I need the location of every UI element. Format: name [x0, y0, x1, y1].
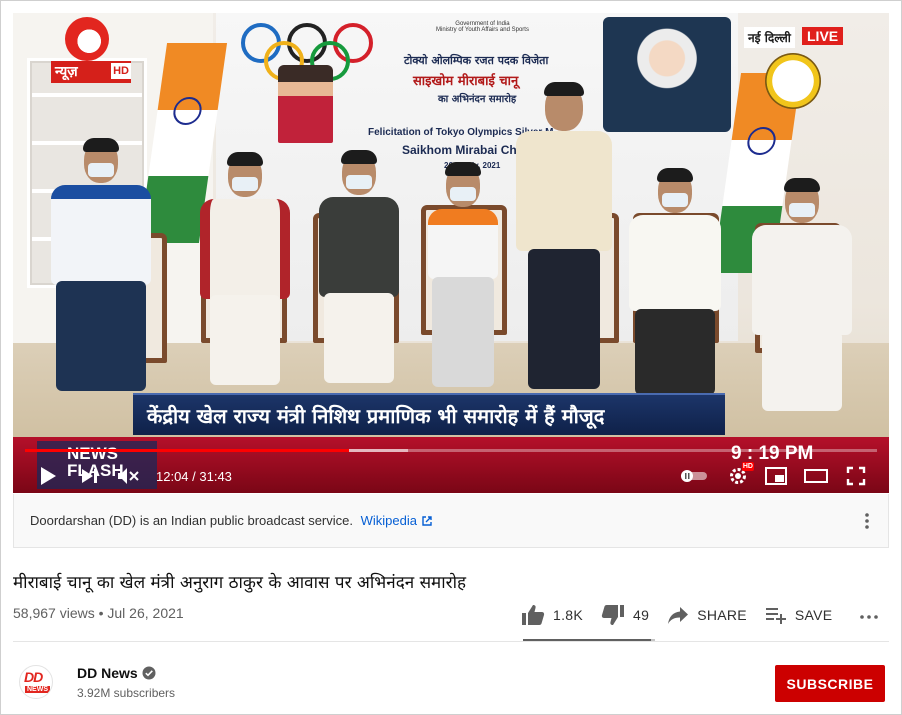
video-player[interactable]: Government of India Ministry of Youth Af… [13, 13, 889, 493]
more-actions-button[interactable] [859, 606, 879, 626]
like-button[interactable]: 1.8K [521, 604, 583, 626]
fullscreen-icon [846, 466, 866, 486]
more-vert-icon [865, 513, 869, 529]
person-3 [309, 150, 409, 393]
save-button[interactable]: SAVE [765, 606, 833, 624]
external-link-icon [422, 516, 432, 526]
theater-mode-icon [804, 469, 828, 483]
time-display: 12:04 / 31:43 [156, 469, 232, 484]
backdrop-hindi-line3: का अभिनंदन समारोह [438, 94, 517, 105]
backdrop-hindi-line1: टोक्यो ओलम्पिक रजत पदक विजेता [404, 54, 549, 67]
info-panel-menu-button[interactable] [860, 510, 874, 532]
person-7 [747, 178, 857, 421]
dislike-button[interactable]: 49 [601, 604, 649, 626]
theater-mode-button[interactable] [803, 463, 829, 489]
dislike-count: 49 [633, 607, 650, 623]
volume-muted-icon [118, 468, 139, 484]
save-label: SAVE [794, 607, 833, 623]
more-horiz-icon [860, 615, 878, 619]
miniplayer-icon [765, 467, 787, 485]
player-controls: 12:04 / 31:43 HD [13, 459, 889, 493]
fullscreen-button[interactable] [843, 463, 869, 489]
wikipedia-link-label: Wikipedia [360, 513, 417, 528]
progress-played [25, 449, 349, 452]
subscriber-count: 3.92M subscribers [77, 686, 176, 700]
settings-hd-badge: HD [741, 462, 754, 471]
location-label: नई दिल्ली [744, 27, 795, 48]
subscribe-button[interactable]: SUBSCRIBE [775, 665, 885, 702]
view-count-date: 58,967 views • Jul 26, 2021 [13, 605, 184, 621]
info-panel-text: Doordarshan (DD) is an Indian public bro… [30, 513, 353, 528]
avatar-dd-text: DD [24, 669, 43, 685]
next-icon [82, 469, 97, 483]
brand-hd: HD [111, 63, 131, 79]
person-4 [417, 162, 509, 395]
channel-name[interactable]: DD News [77, 665, 156, 681]
share-icon [668, 607, 689, 624]
person-1 [41, 138, 161, 401]
dd-logo-icon [65, 17, 109, 61]
thumbs-up-icon [522, 605, 545, 625]
share-label: SHARE [697, 607, 747, 623]
mute-button[interactable] [115, 463, 141, 489]
news-ticker: केंद्रीय खेल राज्य मंत्री निशिथ प्रमाणिक… [133, 393, 725, 435]
play-icon [41, 467, 56, 485]
backdrop-english-line2: Saikhom Mirabai Ch [402, 143, 517, 157]
verified-badge-icon [142, 666, 156, 680]
channel-avatar[interactable]: DD NEWS [19, 665, 53, 699]
info-panel-text-row: Doordarshan (DD) is an Indian public bro… [30, 513, 433, 528]
miniplayer-button[interactable] [763, 463, 789, 489]
person-2 [195, 152, 295, 395]
thumbs-down-icon [601, 605, 624, 625]
share-button[interactable]: SHARE [667, 605, 747, 625]
live-badge: LIVE [802, 27, 844, 45]
sports-emblem-icon [765, 53, 821, 109]
autoplay-toggle-icon [681, 470, 707, 482]
info-panel: Doordarshan (DD) is an Indian public bro… [13, 494, 889, 548]
video-frame: Government of India Ministry of Youth Af… [13, 13, 889, 493]
athlete-photo [278, 65, 333, 143]
progress-bar[interactable] [25, 449, 877, 452]
action-bar: 1.8K 49 SHARE SAVE [521, 599, 850, 631]
channel-name-label: DD News [77, 665, 138, 681]
backdrop-govt: Government of India Ministry of Youth Af… [436, 21, 529, 33]
backdrop-hindi-line2: साइखोम मीराबाई चानू [413, 74, 519, 89]
divider [13, 641, 889, 642]
play-button[interactable] [35, 463, 61, 489]
like-count: 1.8K [553, 607, 583, 623]
next-button[interactable] [77, 463, 103, 489]
person-5-speaker [509, 82, 619, 395]
backdrop-govt-line2: Ministry of Youth Affairs and Sports [436, 27, 529, 33]
settings-button[interactable]: HD [725, 462, 754, 489]
channel-logo-overlay: न्यूज़ HD [51, 17, 133, 85]
autoplay-toggle[interactable] [679, 463, 709, 489]
playlist-add-icon [765, 608, 786, 624]
wikipedia-link[interactable]: Wikipedia [361, 513, 433, 528]
video-title: मीराबाई चानू का खेल मंत्री अनुराग ठाकुर … [13, 573, 467, 593]
portrait-photo [603, 17, 731, 132]
person-6 [623, 168, 727, 401]
avatar-news-text: NEWS [25, 686, 50, 693]
